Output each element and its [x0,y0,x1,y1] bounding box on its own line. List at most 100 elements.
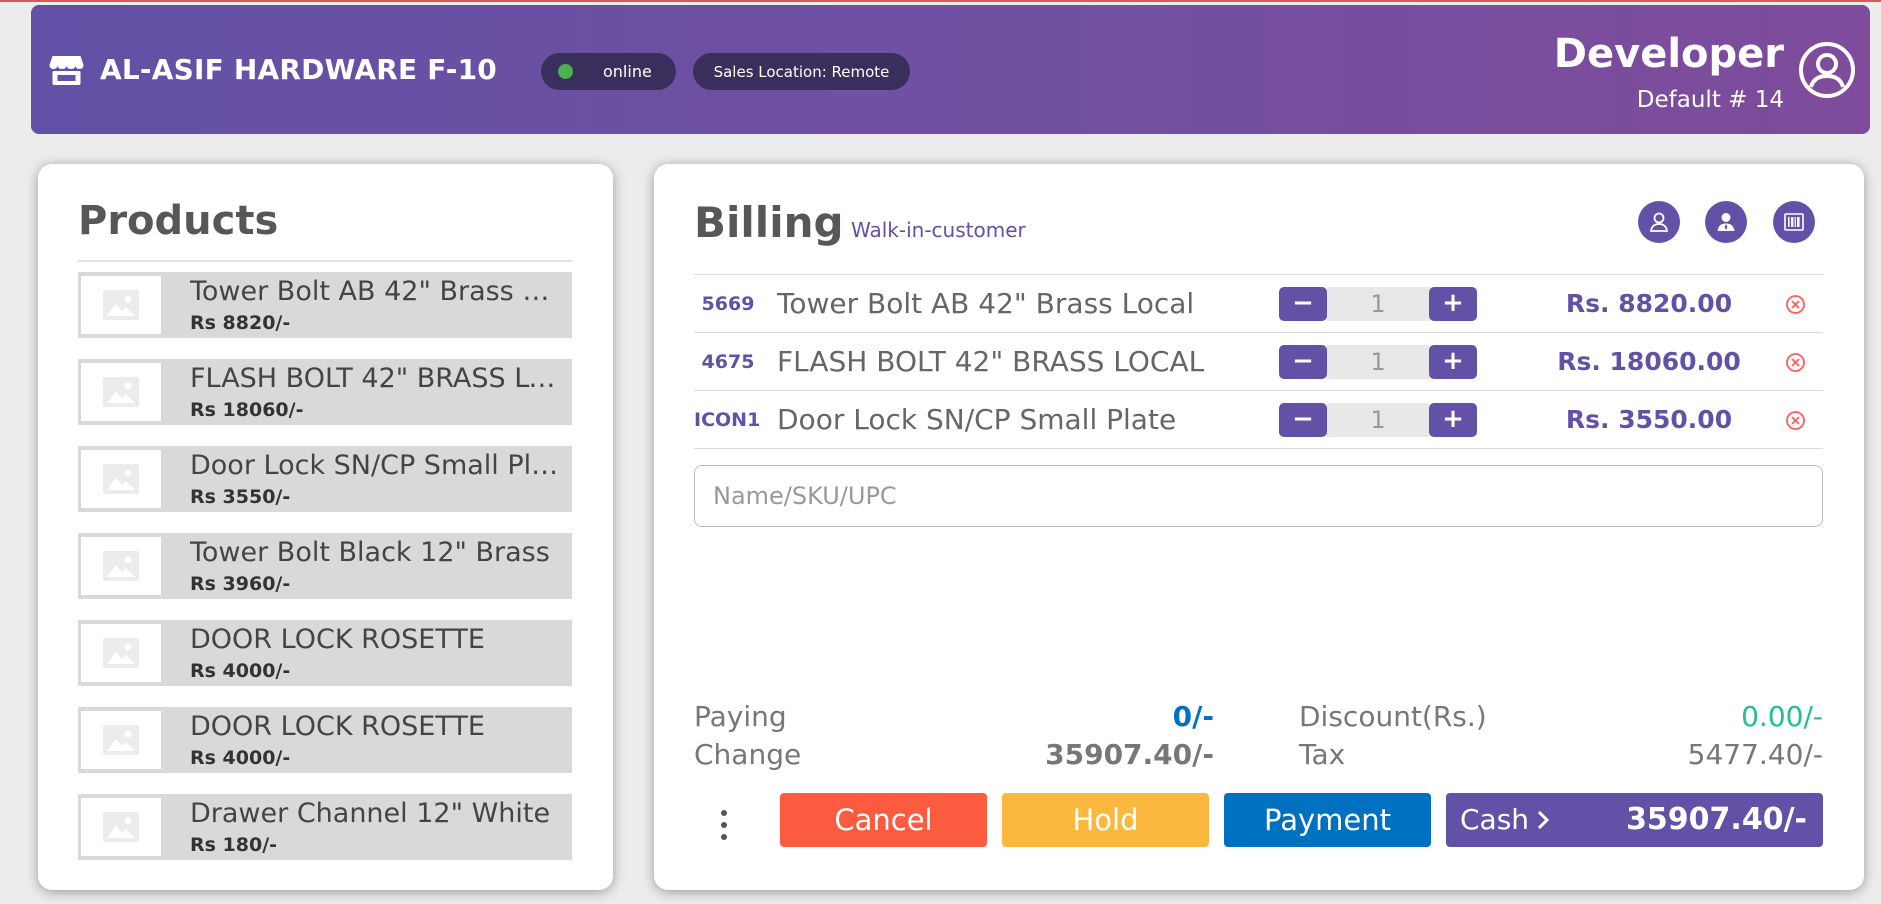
product-thumbnail [81,711,161,769]
product-thumbnail [81,798,161,856]
image-placeholder-icon [103,290,139,320]
decrease-qty-button[interactable]: − [1279,403,1327,437]
item-name: Door Lock SN/CP Small Plate [777,403,1177,436]
product-price: Rs 180/- [190,834,278,856]
billing-title: Billing [694,198,844,247]
increase-qty-button[interactable]: + [1429,287,1477,321]
add-customer-button[interactable] [1705,201,1747,243]
remove-item-icon[interactable] [1785,352,1806,373]
product-card[interactable]: DOOR LOCK ROSETTE Rs 4000/- [78,707,572,773]
item-total: Rs. 3550.00 [1565,405,1733,434]
product-card[interactable]: Tower Bolt AB 42" Brass Local Rs 8820/- [78,272,572,338]
cancel-button[interactable]: Cancel [780,793,987,847]
change-value: 35907.40/- [1045,738,1214,771]
products-panel: Products Tower Bolt AB 42" Brass Local R… [38,164,613,890]
status-dot-icon [558,64,573,79]
image-placeholder-icon [103,377,139,407]
more-options-icon[interactable] [712,805,736,845]
item-sku: ICON1: [694,409,762,431]
product-name: Drawer Channel 12" White [190,798,551,829]
increase-qty-button[interactable]: + [1429,345,1477,379]
item-name: FLASH BOLT 42" BRASS LOCAL [777,345,1205,378]
image-placeholder-icon [103,638,139,668]
tax-label: Tax [1299,738,1346,771]
store-name: AL-ASIF HARDWARE F-10 [100,53,497,86]
paying-value: 0/- [1172,700,1214,733]
top-accent-line [0,0,1881,2]
status-label: online [603,62,652,81]
item-total: Rs. 18060.00 [1557,347,1741,376]
barcode-icon [1784,213,1804,231]
image-placeholder-icon [103,551,139,581]
product-search-input[interactable] [694,465,1823,527]
product-thumbnail [81,624,161,682]
image-placeholder-icon [103,812,139,842]
product-price: Rs 18060/- [190,399,304,421]
remove-item-icon[interactable] [1785,410,1806,431]
product-name: Tower Bolt Black 12" Brass [190,537,550,568]
product-price: Rs 4000/- [190,660,291,682]
product-card[interactable]: Drawer Channel 12" White Rs 180/- [78,794,572,860]
connection-status-badge: online [541,53,676,90]
chevron-right-icon [1537,810,1550,830]
customer-name[interactable]: Walk-in-customer [851,218,1026,242]
sales-location-badge[interactable]: Sales Location: Remote [693,53,910,90]
decrease-qty-button[interactable]: − [1279,287,1327,321]
item-total: Rs. 8820.00 [1565,289,1733,318]
payment-button[interactable]: Payment [1224,793,1431,847]
products-title: Products [78,198,279,244]
product-name: Tower Bolt AB 42" Brass Local [190,276,560,307]
hold-button[interactable]: Hold [1002,793,1209,847]
product-name: DOOR LOCK ROSETTE [190,624,485,655]
item-name: Tower Bolt AB 42" Brass Local [777,287,1195,320]
product-thumbnail [81,363,161,421]
cash-amount: 35907.40/- [1626,802,1807,837]
cash-label: Cash [1460,803,1530,836]
product-thumbnail [81,450,161,508]
product-price: Rs 8820/- [190,312,291,334]
product-card[interactable]: DOOR LOCK ROSETTE Rs 4000/- [78,620,572,686]
customer-icon [1649,212,1669,232]
image-placeholder-icon [103,725,139,755]
product-price: Rs 3550/- [190,486,291,508]
table-row: 4675 FLASH BOLT 42" BRASS LOCAL − 1 + Rs… [694,333,1823,391]
quantity-field[interactable]: 1 [1327,345,1429,379]
product-name: Door Lock SN/CP Small Plate [190,450,560,481]
product-thumbnail [81,276,161,334]
product-card[interactable]: FLASH BOLT 42" BRASS LOCAL Rs 18060/- [78,359,572,425]
quantity-field[interactable]: 1 [1327,287,1429,321]
add-user-icon [1717,213,1735,231]
product-thumbnail [81,537,161,595]
tax-value: 5477.40/- [1687,738,1823,771]
item-sku: 4675 [701,351,755,373]
cash-checkout-button[interactable]: Cash 35907.40/- [1446,793,1823,847]
product-name: DOOR LOCK ROSETTE [190,711,485,742]
user-register-label: Default # 14 [1636,87,1784,113]
table-row: ICON1: Door Lock SN/CP Small Plate − 1 +… [694,391,1823,449]
item-sku: 5669 [701,293,755,315]
remove-item-icon[interactable] [1785,294,1806,315]
app-header: AL-ASIF HARDWARE F-10 online Sales Locat… [31,5,1870,134]
decrease-qty-button[interactable]: − [1279,345,1327,379]
quantity-field[interactable]: 1 [1327,403,1429,437]
change-label: Change [694,738,802,771]
product-card[interactable]: Tower Bolt Black 12" Brass Rs 3960/- [78,533,572,599]
product-price: Rs 4000/- [190,747,291,769]
user-name: Developer [1553,31,1784,77]
discount-value[interactable]: 0.00/- [1741,700,1823,733]
user-profile-icon[interactable] [1798,41,1856,99]
table-row: 5669 Tower Bolt AB 42" Brass Local − 1 +… [694,275,1823,333]
paying-label: Paying [694,700,787,733]
product-list: Tower Bolt AB 42" Brass Local Rs 8820/- … [78,272,572,881]
discount-label: Discount(Rs.) [1299,700,1487,733]
store-icon [49,56,84,85]
product-price: Rs 3960/- [190,573,291,595]
products-divider [78,260,572,262]
barcode-scan-button[interactable] [1773,201,1815,243]
increase-qty-button[interactable]: + [1429,403,1477,437]
billing-panel: Billing Walk-in-customer 5669 Tower Bolt… [654,164,1864,890]
billing-items-table: 5669 Tower Bolt AB 42" Brass Local − 1 +… [694,274,1823,449]
product-card[interactable]: Door Lock SN/CP Small Plate Rs 3550/- [78,446,572,512]
select-customer-button[interactable] [1638,201,1680,243]
product-name: FLASH BOLT 42" BRASS LOCAL [190,363,560,394]
